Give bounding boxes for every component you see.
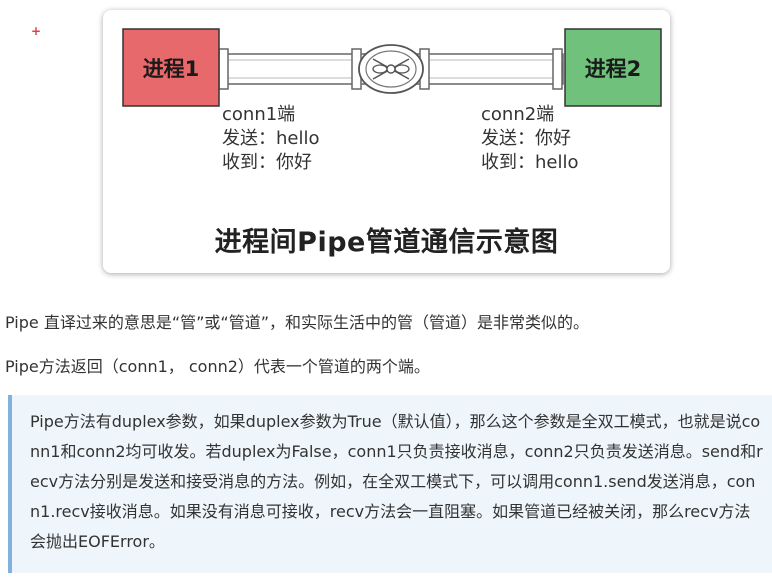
conn2-send: 发送：你好: [481, 128, 571, 149]
conn2-info: conn2端 发送：你好 收到：hello: [481, 103, 579, 175]
paragraph-pipe-return: Pipe方法返回（conn1， conn2）代表一个管道的两个端。: [5, 357, 430, 376]
conn1-info: conn1端 发送：hello 收到：你好: [222, 103, 320, 175]
duplex-note-callout: Pipe方法有duplex参数，如果duplex参数为True（默认值），那么这…: [8, 395, 772, 573]
conn1-recv: 收到：你好: [222, 152, 312, 173]
conn2-title: conn2端: [481, 104, 555, 125]
conn2-recv: 收到：hello: [481, 152, 579, 173]
paragraph-pipe-meaning: Pipe 直译过来的意思是“管”或“管道”，和实际生活中的管（管道）是非常类似的…: [5, 313, 589, 332]
pipe-diagram-figure: 进程1 进程2 conn1端 发送：hello 收到：你好 conn2端 发送：…: [103, 10, 670, 273]
process1-label: 进程1: [143, 57, 200, 81]
conn1-send: 发送：hello: [222, 128, 320, 149]
valve-icon: [358, 44, 424, 94]
plus-marker: +: [31, 24, 42, 38]
conn1-title: conn1端: [222, 104, 296, 125]
process2-label: 进程2: [585, 57, 642, 81]
duplex-note-text: Pipe方法有duplex参数，如果duplex参数为True（默认值），那么这…: [30, 412, 763, 551]
figure-caption: 进程间Pipe管道通信示意图: [214, 227, 559, 258]
